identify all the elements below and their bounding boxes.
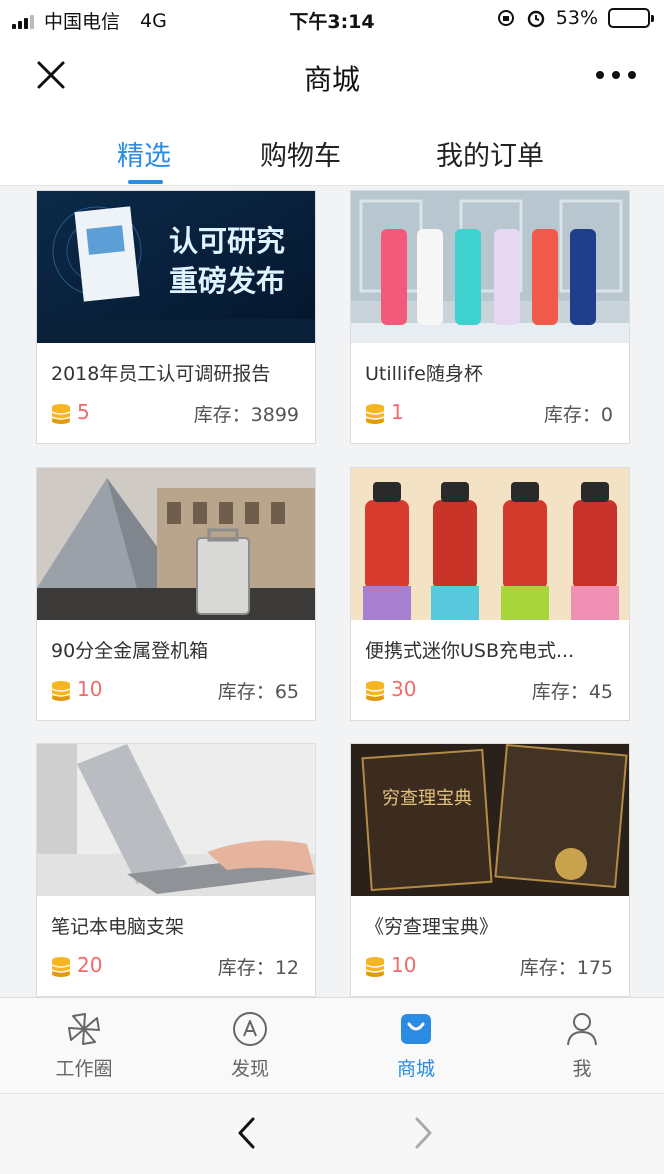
nav-bar: 商城	[0, 38, 664, 112]
battery-icon	[608, 8, 654, 28]
product-stock: 库存：12	[218, 953, 299, 980]
stock-value: 65	[274, 681, 299, 703]
coin-icon	[365, 681, 385, 701]
coin-icon	[365, 957, 385, 977]
compass-icon	[233, 1012, 267, 1046]
product-stock: 库存：65	[218, 677, 299, 704]
stock-label: 库存：	[217, 957, 275, 979]
tabbar-item-discover[interactable]: 发现	[190, 1010, 310, 1081]
tabbar-item-mall[interactable]: 商城	[356, 1010, 476, 1081]
product-price: 10	[391, 953, 417, 977]
book-cover-title: 穷查理宝典	[382, 788, 472, 808]
status-bar: 中国电信 4G 下午3:14 53%	[0, 0, 664, 38]
product-card[interactable]: Utillife随身杯 1 库存：0	[350, 190, 630, 444]
product-stock: 库存：175	[520, 953, 613, 980]
stock-label: 库存：	[217, 681, 275, 703]
tabbar-label: 商城	[396, 1058, 435, 1080]
product-price: 5	[77, 400, 90, 424]
product-price: 1	[391, 400, 404, 424]
tabbar-label: 工作圈	[55, 1058, 113, 1080]
stock-label: 库存：	[543, 404, 601, 426]
product-grid: 认可研究 重磅发布 2018年员工认可调研报告 5 库存：3899 Utilli…	[0, 186, 664, 997]
coin-icon	[51, 957, 71, 977]
image-caption-2: 重磅发布	[169, 264, 285, 298]
product-name: 《穷查理宝典》	[365, 916, 499, 938]
stock-value: 3899	[250, 404, 299, 426]
person-icon	[567, 1013, 597, 1046]
coin-icon	[51, 404, 71, 424]
product-card[interactable]: 便携式迷你USB充电式... 30 库存：45	[350, 467, 630, 721]
forward-arrow-icon[interactable]	[408, 1116, 438, 1150]
product-name: Utillife随身杯	[365, 363, 483, 385]
product-image: 认可研究 重磅发布	[37, 191, 315, 343]
product-name: 2018年员工认可调研报告	[51, 363, 271, 385]
stock-value: 45	[588, 681, 613, 703]
product-price: 10	[77, 677, 103, 701]
image-caption-1: 认可研究	[169, 224, 285, 258]
stock-label: 库存：	[193, 404, 251, 426]
page-title: 商城	[303, 63, 360, 96]
product-name: 90分全金属登机箱	[51, 640, 209, 662]
coin-icon	[365, 404, 385, 424]
product-price: 30	[391, 677, 417, 701]
stock-value: 175	[576, 957, 613, 979]
more-options-icon[interactable]	[596, 58, 636, 92]
stock-value: 0	[600, 404, 613, 426]
product-card[interactable]: 90分全金属登机箱 10 库存：65	[36, 467, 316, 721]
product-stock: 库存：45	[532, 677, 613, 704]
product-stock: 库存：0	[544, 400, 613, 427]
tabbar-label: 发现	[230, 1058, 269, 1080]
product-image	[351, 191, 629, 343]
stock-label: 库存：	[531, 681, 589, 703]
product-name: 便携式迷你USB充电式...	[365, 640, 575, 662]
tab-featured[interactable]: 精选	[117, 134, 171, 173]
coin-icon	[51, 681, 71, 701]
product-image: 穷查理宝典	[351, 744, 629, 896]
product-card[interactable]: 认可研究 重磅发布 2018年员工认可调研报告 5 库存：3899	[36, 190, 316, 444]
tabbar-label: 我	[572, 1058, 592, 1080]
bottom-tab-bar: 工作圈 发现 商城 我	[0, 997, 664, 1093]
product-stock: 库存：3899	[194, 400, 299, 427]
battery-percent: 53%	[555, 7, 598, 29]
product-image	[37, 468, 315, 620]
alarm-icon	[527, 10, 544, 28]
tab-bar: 精选 购物车 我的订单	[0, 112, 664, 186]
status-right: 53%	[496, 7, 654, 29]
tab-my-orders[interactable]: 我的订单	[436, 134, 544, 173]
shopping-bag-icon	[401, 1014, 431, 1044]
browser-nav-bar	[0, 1093, 664, 1174]
product-image	[37, 744, 315, 896]
stock-label: 库存：	[519, 957, 577, 979]
tabbar-item-me[interactable]: 我	[522, 1010, 642, 1081]
back-arrow-icon[interactable]	[232, 1116, 262, 1150]
product-card[interactable]: 穷查理宝典 《穷查理宝典》 10 库存：175	[350, 743, 630, 997]
product-card[interactable]: 笔记本电脑支架 20 库存：12	[36, 743, 316, 997]
product-image	[351, 468, 629, 620]
orientation-lock-icon	[497, 10, 514, 26]
product-price: 20	[77, 953, 103, 977]
tab-cart[interactable]: 购物车	[260, 134, 341, 173]
stock-value: 12	[274, 957, 299, 979]
tab-indicator	[128, 180, 163, 184]
tabbar-item-work-circle[interactable]: 工作圈	[24, 1010, 144, 1081]
product-name: 笔记本电脑支架	[51, 916, 185, 938]
pinwheel-icon	[68, 1013, 100, 1045]
